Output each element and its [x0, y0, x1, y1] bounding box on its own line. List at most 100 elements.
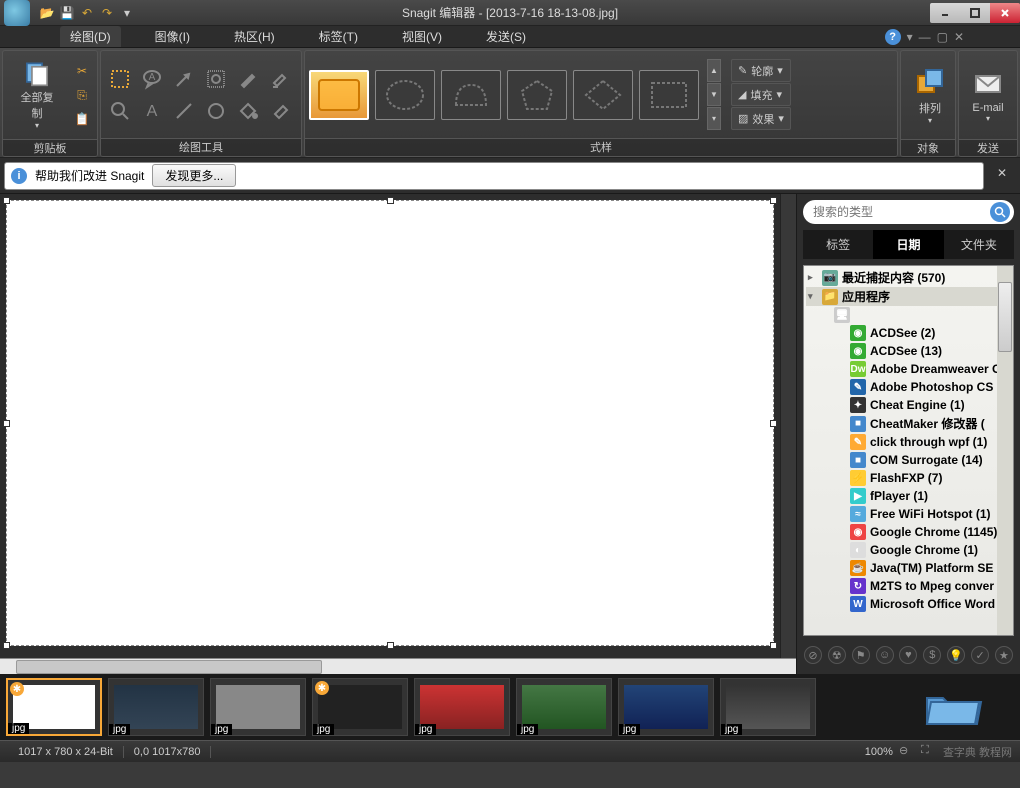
resize-handle[interactable] [770, 420, 777, 427]
canvas-hscrollbar[interactable] [0, 658, 796, 674]
resize-handle[interactable] [770, 197, 777, 204]
tree-item[interactable]: 🖥 [806, 306, 1011, 324]
tree-item[interactable]: WMicrosoft Office Word [806, 595, 1011, 613]
tree-item[interactable]: ◉ACDSee (13) [806, 342, 1011, 360]
resize-handle[interactable] [387, 642, 394, 649]
tree-item[interactable]: ✎Adobe Photoshop CS [806, 378, 1011, 396]
inner-close-icon[interactable]: ✕ [954, 30, 964, 44]
maximize-button[interactable] [960, 3, 990, 23]
tree-item[interactable]: ☕Java(TM) Platform SE [806, 559, 1011, 577]
canvas[interactable] [6, 200, 774, 646]
info-close-icon[interactable]: ✕ [992, 166, 1012, 186]
menu-绘图(D)[interactable]: 绘图(D) [60, 26, 121, 47]
tree-item[interactable]: ▸📷最近捕捉内容 (570) [806, 268, 1011, 287]
flag-money-icon[interactable]: $ [923, 646, 941, 664]
text-tool[interactable]: A [137, 96, 167, 126]
flag-flag-icon[interactable]: ⚑ [852, 646, 870, 664]
tree-item[interactable]: ▾📁应用程序 [806, 287, 1011, 306]
search-input[interactable] [813, 205, 990, 219]
style-preset-3[interactable] [441, 70, 501, 120]
flag-none-icon[interactable]: ⊘ [804, 646, 822, 664]
outline-button[interactable]: ✎轮廓▾ [731, 59, 791, 82]
tree-item[interactable]: ⚡FlashFXP (7) [806, 469, 1011, 487]
cut-icon[interactable]: ✂ [71, 60, 93, 82]
flag-smile-icon[interactable]: ☺ [876, 646, 894, 664]
library-folder-icon[interactable] [914, 682, 994, 732]
shape-tool[interactable] [201, 96, 231, 126]
tree-item[interactable]: ◐Google Chrome (1) [806, 541, 1011, 559]
style-scroll-up[interactable]: ▲ [707, 59, 721, 82]
tree-item[interactable]: ◉Google Chrome (1145) [806, 523, 1011, 541]
arrange-button[interactable]: 排列 ▾ [905, 55, 955, 135]
close-button[interactable] [990, 3, 1020, 23]
tree-item[interactable]: DwAdobe Dreamweaver C [806, 360, 1011, 378]
panel-tab-日期[interactable]: 日期 [873, 230, 943, 259]
email-button[interactable]: E-mail ▾ [963, 55, 1013, 135]
resize-handle[interactable] [3, 420, 10, 427]
style-preset-5[interactable] [573, 70, 633, 120]
style-preset-6[interactable] [639, 70, 699, 120]
thumbnail[interactable]: jpg [108, 678, 204, 736]
panel-tab-标签[interactable]: 标签 [803, 230, 873, 259]
resize-handle[interactable] [770, 642, 777, 649]
select-tool[interactable] [105, 64, 135, 94]
tree-item[interactable]: ✎click through wpf (1) [806, 433, 1011, 451]
app-logo[interactable] [4, 0, 30, 26]
arrow-tool[interactable] [169, 64, 199, 94]
fill-button[interactable]: ◢填充▾ [731, 83, 791, 106]
minimize-button[interactable] [930, 3, 960, 23]
redo-icon[interactable]: ↷ [98, 4, 116, 22]
style-gallery-expand[interactable]: ▾ [707, 107, 721, 130]
callout-tool[interactable]: A [137, 64, 167, 94]
tree-item[interactable]: ◉ACDSee (2) [806, 324, 1011, 342]
tree-item[interactable]: ✦Cheat Engine (1) [806, 396, 1011, 414]
qat-dropdown-icon[interactable]: ▾ [118, 4, 136, 22]
flag-star-icon[interactable]: ★ [995, 646, 1013, 664]
minimize-ribbon-icon[interactable]: ▾ [907, 30, 913, 44]
undo-icon[interactable]: ↶ [78, 4, 96, 22]
help-icon[interactable]: ? [885, 29, 901, 45]
inner-restore-icon[interactable]: ▢ [937, 30, 948, 44]
resize-handle[interactable] [3, 197, 10, 204]
pen-tool[interactable] [233, 64, 263, 94]
inner-minimize-icon[interactable]: — [919, 30, 931, 44]
effect-button[interactable]: ▨效果▾ [731, 107, 791, 130]
zoom-tool[interactable] [105, 96, 135, 126]
highlight-tool[interactable] [265, 64, 295, 94]
flag-idea-icon[interactable]: 💡 [947, 646, 965, 664]
thumbnail[interactable]: jpg [210, 678, 306, 736]
thumbnail[interactable]: jpg [618, 678, 714, 736]
style-preset-2[interactable] [375, 70, 435, 120]
copy-icon[interactable]: ⎘ [71, 84, 93, 106]
thumbnail[interactable]: jpg [414, 678, 510, 736]
tree-toggle-icon[interactable]: ▾ [808, 291, 818, 302]
stamp-tool[interactable] [201, 64, 231, 94]
save-icon[interactable]: 💾 [58, 4, 76, 22]
tree-toggle-icon[interactable]: ▸ [808, 272, 818, 283]
erase-tool[interactable] [265, 96, 295, 126]
tree-scrollbar[interactable] [997, 266, 1013, 635]
zoom-out-icon[interactable]: ⊖ [899, 744, 915, 760]
resize-handle[interactable] [3, 642, 10, 649]
flag-heart-icon[interactable]: ♥ [899, 646, 917, 664]
tree-item[interactable]: ■CheatMaker 修改器 ( [806, 414, 1011, 433]
style-preset-1[interactable] [309, 70, 369, 120]
discover-button[interactable]: 发现更多... [152, 164, 236, 187]
paste-icon[interactable]: 📋 [71, 108, 93, 130]
search-button[interactable] [990, 202, 1010, 222]
zoom-fit-icon[interactable]: ⛶ [921, 744, 937, 760]
canvas-vscrollbar[interactable] [780, 194, 796, 658]
resize-handle[interactable] [387, 197, 394, 204]
menu-图像(I)[interactable]: 图像(I) [145, 26, 200, 47]
menu-发送(S)[interactable]: 发送(S) [476, 26, 536, 47]
tree-item[interactable]: ↻M2TS to Mpeg conver [806, 577, 1011, 595]
flag-check-icon[interactable]: ✓ [971, 646, 989, 664]
menu-热区(H)[interactable]: 热区(H) [224, 26, 285, 47]
thumbnail[interactable]: jpg [516, 678, 612, 736]
thumbnail[interactable]: ✱jpg [6, 678, 102, 736]
copy-all-button[interactable]: 全部复制 ▾ [7, 55, 67, 135]
tree-item[interactable]: ≈Free WiFi Hotspot (1) [806, 505, 1011, 523]
line-tool[interactable] [169, 96, 199, 126]
tree-item[interactable]: ■COM Surrogate (14) [806, 451, 1011, 469]
thumbnail[interactable]: jpg [720, 678, 816, 736]
